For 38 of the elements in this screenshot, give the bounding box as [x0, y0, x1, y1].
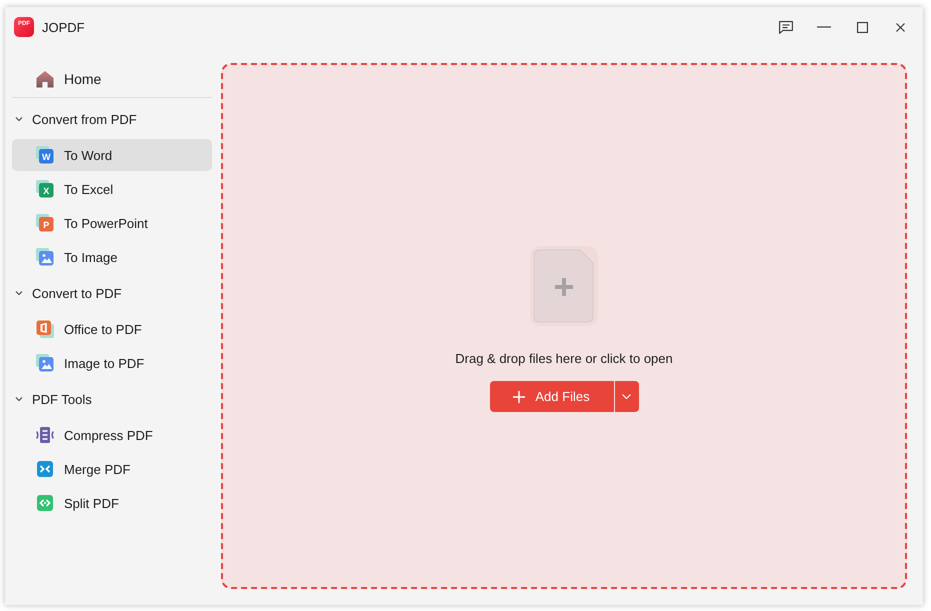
dropdown-button[interactable] [614, 381, 638, 412]
sidebar-item[interactable]: Split PDF [12, 487, 212, 519]
minimize-icon [817, 26, 831, 28]
add-files-button[interactable]: Add Files [490, 381, 614, 412]
chevron-icon [15, 395, 23, 403]
section-header[interactable]: PDF Tools [12, 381, 212, 417]
sidebar-item[interactable]: Merge PDF [12, 453, 212, 485]
section-header[interactable]: Convert to PDF [12, 275, 212, 311]
chevron-icon [15, 115, 23, 123]
sidebar-item[interactable]: Office to PDF [12, 313, 212, 345]
powerpoint-file-icon: P [36, 214, 54, 232]
drop-hint-text: Drag & drop files here or click to open [455, 351, 673, 366]
image-icon [36, 354, 54, 372]
window-title: JOPDF [42, 20, 85, 34]
image-icon [36, 248, 54, 266]
sidebar-item[interactable]: P To PowerPoint [12, 207, 212, 239]
sidebar-item[interactable]: Compress PDF [12, 419, 212, 451]
plus-icon [513, 390, 526, 402]
word-file-icon: W [36, 146, 54, 164]
chevron-icon [15, 289, 23, 297]
sidebar-item[interactable]: Image to PDF [12, 347, 212, 379]
home-icon [36, 70, 54, 88]
home-nav-item[interactable]: Home [12, 63, 212, 95]
drop-zone[interactable]: Drag & drop files here or click to open Add Files [221, 63, 907, 589]
sidebar-item[interactable]: W To Word [12, 139, 212, 171]
compress-icon [36, 426, 54, 444]
maximize-icon [856, 22, 868, 32]
feedback-icon [779, 20, 793, 34]
sidebar-item[interactable]: To Image [12, 241, 212, 273]
sidebar-item[interactable]: X To Excel [12, 173, 212, 205]
office-file-icon [36, 320, 54, 338]
caret-icon [622, 394, 631, 399]
excel-file-icon: X [36, 180, 54, 198]
merge-icon [36, 460, 54, 478]
add-file-icon [530, 246, 598, 326]
close-icon [896, 22, 904, 32]
section-header[interactable]: Convert from PDF [12, 101, 212, 137]
split-icon [36, 494, 54, 512]
